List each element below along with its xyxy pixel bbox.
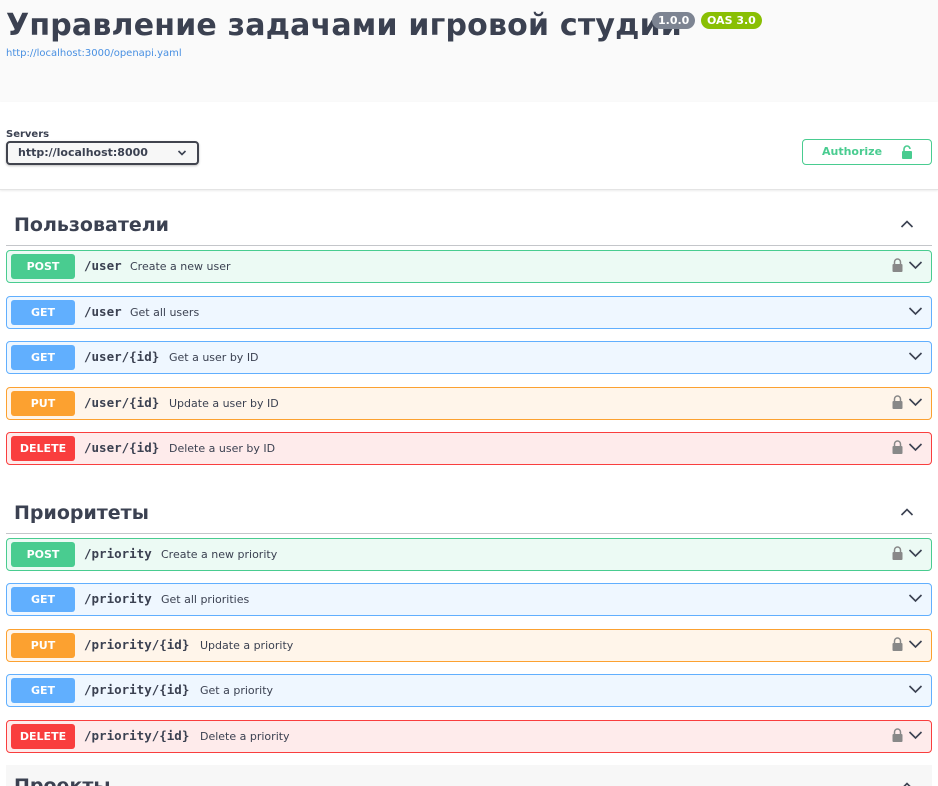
authorize-button[interactable]: Authorize — [802, 139, 932, 165]
method-badge: GET — [11, 345, 75, 370]
servers-label: Servers — [6, 129, 50, 140]
tag-title: Приоритеты — [14, 501, 149, 524]
unlock-icon — [902, 145, 912, 159]
operation-path: /user — [84, 258, 122, 273]
servers-selected-value: http://localhost:8000 — [18, 146, 148, 159]
operation-get[interactable]: GET/priority/{id} Get a priority — [6, 674, 932, 707]
lock-icon[interactable] — [892, 727, 903, 742]
method-badge: PUT — [11, 632, 75, 658]
chevron-down-icon — [908, 548, 923, 557]
operation-get[interactable]: GET/priority Get all priorities — [6, 583, 932, 616]
chevron-up-icon — [900, 220, 914, 228]
method-badge: GET — [11, 678, 75, 703]
operation-path: /user — [84, 303, 122, 319]
operation-summary: Update a user by ID — [169, 396, 279, 410]
tag-section: Проекты — [0, 765, 938, 786]
info-header: Управление задачами игровой студии 1.0.0… — [0, 0, 938, 102]
chevron-down-icon — [177, 150, 187, 156]
operations-wrapper: Пользователи POST/user Create a new user GE… — [0, 190, 938, 786]
operation-post[interactable]: POST/user Create a new user — [6, 250, 932, 283]
operations-list: POST/user Create a new user GET/user Get al… — [0, 246, 938, 465]
operation-path: /user/{id} — [84, 349, 160, 364]
method-badge: DELETE — [11, 723, 75, 749]
chevron-down-icon — [908, 594, 923, 603]
operation-summary: Delete a priority — [200, 729, 290, 743]
servers-select[interactable]: http://localhost:8000 — [6, 141, 199, 165]
lock-icon[interactable] — [892, 636, 903, 651]
method-badge: POST — [11, 254, 75, 279]
tag-section: Приоритеты POST/priority Create a new prio… — [0, 478, 938, 753]
method-badge: DELETE — [11, 436, 75, 461]
tag-title: Проекты — [14, 775, 111, 786]
tag-header[interactable]: Пользователи — [6, 190, 932, 246]
scheme-container: Servers http://localhost:8000 Authorize — [0, 102, 938, 190]
method-badge: PUT — [11, 390, 75, 416]
method-badge: GET — [11, 587, 75, 612]
operation-put[interactable]: PUT/priority/{id} Update a priority — [6, 628, 932, 662]
chevron-down-icon — [908, 352, 923, 361]
operation-summary: Get all users — [130, 305, 200, 319]
operation-get[interactable]: GET/user Get all users — [6, 295, 932, 329]
operation-path: /priority — [84, 545, 152, 561]
operation-summary: Delete a user by ID — [169, 442, 276, 455]
lock-icon[interactable] — [892, 440, 903, 454]
tag-title: Пользователи — [14, 214, 169, 236]
chevron-down-icon — [908, 685, 923, 694]
operation-summary: Get a priority — [200, 684, 274, 697]
operation-get[interactable]: GET/user/{id} Get a user by ID — [6, 341, 932, 374]
method-badge: GET — [11, 299, 75, 325]
operation-path: /priority/{id} — [84, 727, 190, 743]
lock-icon[interactable] — [892, 545, 903, 560]
tag-header[interactable]: Приоритеты — [6, 478, 932, 534]
operation-path: /priority — [84, 591, 152, 606]
operation-path: /priority/{id} — [84, 636, 190, 652]
lock-icon[interactable] — [892, 394, 903, 409]
authorize-label: Authorize — [822, 145, 883, 158]
operation-post[interactable]: POST/priority Create a new priority — [6, 537, 932, 571]
operation-put[interactable]: PUT/user/{id} Update a user by ID — [6, 386, 932, 420]
chevron-down-icon — [908, 443, 923, 452]
chevron-down-icon — [908, 730, 923, 739]
tag-section: Пользователи POST/user Create a new user GE… — [0, 190, 938, 465]
chevron-down-icon — [908, 306, 923, 315]
operation-summary: Update a priority — [200, 638, 294, 652]
chevron-up-icon — [903, 782, 911, 786]
version-badge: 1.0.0 — [652, 12, 696, 29]
spec-url-link[interactable]: http://localhost:3000/openapi.yaml — [6, 48, 182, 59]
operation-path: /priority/{id} — [84, 682, 190, 697]
method-badge: POST — [11, 541, 75, 567]
operation-delete[interactable]: DELETE/user/{id} Delete a user by ID — [6, 432, 932, 465]
chevron-up-icon — [900, 507, 914, 516]
oas-badge: OAS 3.0 — [701, 12, 762, 29]
operation-delete[interactable]: DELETE/priority/{id} Delete a priority — [6, 719, 932, 753]
page-title: Управление задачами игровой студии — [6, 8, 683, 43]
operation-path: /user/{id} — [84, 394, 160, 410]
operation-summary: Create a new priority — [161, 547, 278, 561]
chevron-down-icon — [908, 261, 923, 270]
operation-path: /user/{id} — [84, 440, 160, 455]
chevron-down-icon — [908, 639, 923, 648]
tag-header[interactable]: Проекты — [6, 765, 932, 786]
chevron-down-icon — [908, 397, 923, 406]
operation-summary: Create a new user — [130, 260, 231, 273]
operation-summary: Get a user by ID — [169, 351, 259, 364]
operation-summary: Get all priorities — [161, 593, 250, 606]
operations-list: POST/priority Create a new priority GET/pr… — [0, 534, 938, 753]
lock-icon[interactable] — [892, 258, 903, 272]
